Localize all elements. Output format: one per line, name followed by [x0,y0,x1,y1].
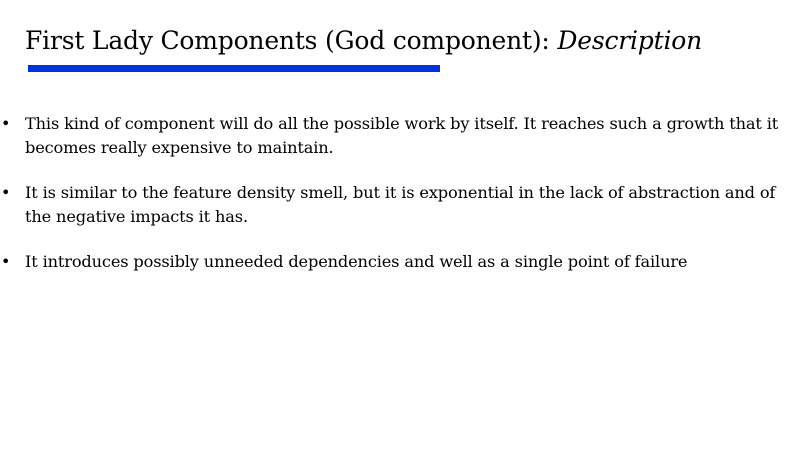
title-underline-rule [28,65,440,72]
bullet-item: • It introduces possibly unneeded depend… [0,250,795,274]
bullet-marker: • [1,183,11,202]
bullet-list: • This kind of component will do all the… [0,112,800,295]
slide-title-italic: Description [557,26,702,55]
slide-title: First Lady Components (God component): D… [25,24,702,58]
bullet-text: This kind of component will do all the p… [25,114,779,157]
bullet-text: It introduces possibly unneeded dependen… [25,252,688,271]
bullet-marker: • [1,114,11,133]
slide-title-main: First Lady Components (God component): [25,26,550,55]
slide: First Lady Components (God component): D… [0,0,800,450]
bullet-item: • This kind of component will do all the… [0,112,795,160]
bullet-marker: • [1,252,11,271]
bullet-text: It is similar to the feature density sme… [25,183,776,226]
bullet-item: • It is similar to the feature density s… [0,181,795,229]
